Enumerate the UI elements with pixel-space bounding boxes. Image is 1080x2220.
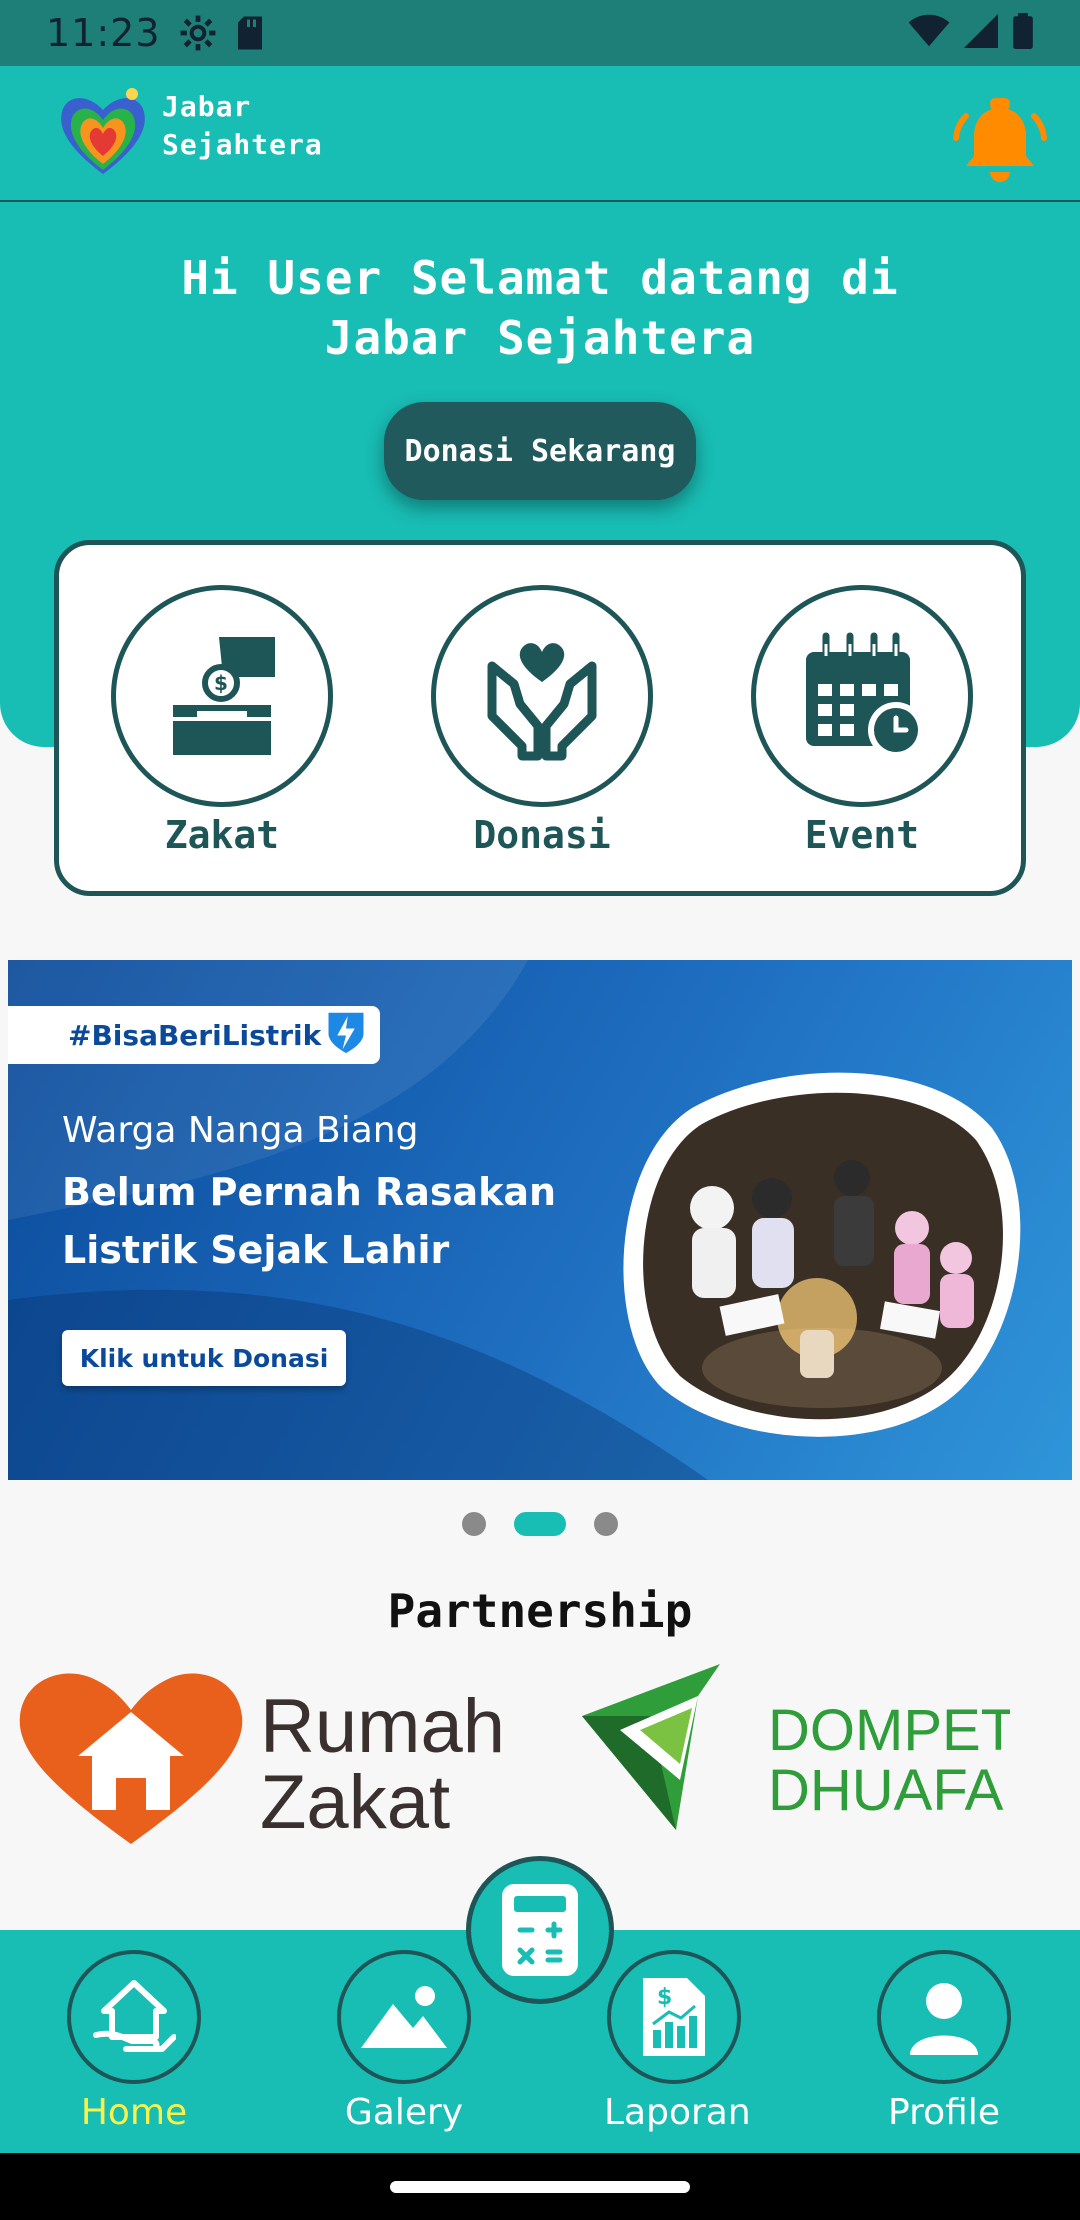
nav-laporan-label: Laporan — [604, 2092, 751, 2133]
status-time: 11:23 — [46, 11, 161, 55]
notification-bell-icon[interactable] — [952, 96, 1048, 192]
menu-label-zakat: Zakat — [164, 813, 280, 857]
app-logo — [48, 78, 158, 188]
settings-icon — [179, 14, 217, 52]
app-header: Jabar Sejahtera — [0, 66, 1080, 224]
carousel-dot[interactable] — [594, 1512, 618, 1536]
lightning-shield-icon — [325, 1009, 367, 1062]
nav-profile-label: Profile — [888, 2092, 1000, 2133]
menu-circle-event — [751, 585, 973, 807]
status-right — [908, 13, 1034, 53]
nav-laporan[interactable]: $ Laporan — [604, 1950, 751, 2133]
banner-hashtag: #BisaBeriListrik — [8, 1006, 380, 1064]
nav-laporan-circle: $ — [607, 1950, 741, 2084]
partnership-title: Partnership — [387, 1584, 693, 1638]
brand-line2: Sejahtera — [162, 128, 323, 161]
greeting-line2: Jabar Sejahtera — [324, 311, 756, 365]
greeting-line1: Hi User Selamat datang di — [181, 251, 899, 305]
svg-text:DHUAFA: DHUAFA — [768, 1758, 1004, 1823]
nav-home-circle — [67, 1950, 201, 2084]
menu-item-event[interactable]: Event — [751, 585, 973, 857]
wifi-icon — [908, 14, 950, 52]
menu-label-donasi: Donasi — [473, 813, 611, 857]
brand-line1: Jabar — [162, 90, 252, 123]
nav-home-label: Home — [80, 2092, 188, 2133]
banner-line2: Belum Pernah Rasakan — [62, 1170, 557, 1214]
mountain-image-icon — [361, 1986, 447, 2048]
status-bar: 11:23 — [0, 0, 1080, 66]
menu-label-event: Event — [804, 813, 920, 857]
calendar-clock-icon — [806, 632, 924, 758]
carousel-indicator — [0, 1512, 1080, 1536]
svg-text:$: $ — [214, 671, 228, 695]
partner-dompet-dhuafa-logo[interactable]: DOMPET DHUAFA — [580, 1660, 1016, 1840]
carousel-dot-active[interactable] — [514, 1512, 566, 1536]
banner-photo — [602, 1068, 1032, 1448]
carousel-dot[interactable] — [462, 1512, 486, 1536]
nav-profile[interactable]: Profile — [874, 1950, 1014, 2133]
sdcard-icon — [235, 15, 265, 51]
nav-galery-circle — [337, 1950, 471, 2084]
nav-profile-circle — [877, 1950, 1011, 2084]
banner-donate-button[interactable]: Klik untuk Donasi — [62, 1330, 346, 1386]
user-icon — [910, 1983, 978, 2055]
menu-item-zakat[interactable]: $ Zakat — [111, 585, 333, 857]
heart-hands-icon — [487, 643, 597, 761]
donate-now-button[interactable]: Donasi Sekarang — [384, 402, 696, 500]
banner-line1: Warga Nanga Biang — [62, 1110, 419, 1151]
report-chart-icon: $ — [643, 1978, 705, 2056]
signal-icon — [964, 14, 998, 52]
nav-galery-label: Galery — [344, 2092, 464, 2133]
greeting-text: Hi User Selamat datang di Jabar Sejahter… — [0, 248, 1080, 368]
home-hand-icon — [93, 1980, 176, 2052]
menu-circle-donasi — [431, 585, 653, 807]
zakat-box-icon: $ — [173, 637, 275, 755]
menu-item-donasi[interactable]: Donasi — [431, 585, 653, 857]
promo-banner[interactable]: #BisaBeriListrik Warga Nanga Biang Belum… — [8, 960, 1072, 1480]
calculator-fab-button[interactable] — [466, 1856, 614, 2004]
menu-card: $ Zakat Donasi Event — [54, 540, 1026, 896]
battery-icon — [1012, 13, 1034, 53]
svg-text:DOMPET: DOMPET — [768, 1698, 1010, 1763]
banner-line3: Listrik Sejak Lahir — [62, 1228, 450, 1272]
app-brand: Jabar Sejahtera — [162, 88, 323, 164]
nav-galery[interactable]: Galery — [334, 1950, 474, 2133]
partner-rumah-zakat-logo[interactable]: Rumah Zakat — [16, 1660, 516, 1850]
banner-hashtag-text: #BisaBeriListrik — [68, 1018, 322, 1052]
menu-circle-zakat: $ — [111, 585, 333, 807]
svg-text:$: $ — [657, 1985, 672, 2010]
svg-text:Rumah: Rumah — [260, 1684, 505, 1769]
svg-text:Zakat: Zakat — [260, 1760, 450, 1845]
system-navigation-bar — [0, 2153, 1080, 2220]
nav-home[interactable]: Home — [64, 1950, 204, 2133]
calculator-icon — [502, 1884, 578, 1976]
screen: 11:23 Jabar Sejahtera Hi User Selamat da… — [0, 0, 1080, 2220]
home-gesture-pill[interactable] — [390, 2181, 690, 2193]
